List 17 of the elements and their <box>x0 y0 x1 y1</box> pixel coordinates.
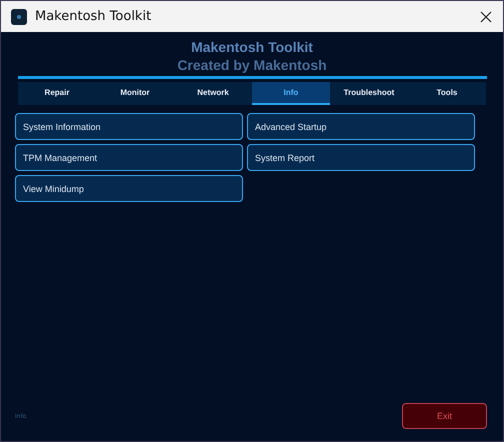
action-button[interactable]: TPM Management <box>15 144 243 171</box>
tab[interactable]: Tools <box>408 82 486 105</box>
tab[interactable]: Network <box>174 82 252 105</box>
app-subtitle: Created by Makentosh <box>177 56 327 74</box>
close-icon[interactable] <box>479 10 493 24</box>
action-button[interactable]: System Report <box>247 144 475 171</box>
tab[interactable]: Troubleshoot <box>330 82 408 105</box>
exit-button[interactable]: Exit <box>402 403 487 429</box>
tab[interactable]: Repair <box>18 82 96 105</box>
window-title: Makentosh Toolkit <box>35 9 152 24</box>
action-button[interactable]: Advanced Startup <box>247 113 475 140</box>
action-button[interactable]: View Minidump <box>15 175 243 202</box>
tab[interactable]: Monitor <box>96 82 174 105</box>
tab[interactable]: Info <box>252 82 330 105</box>
action-button[interactable]: System Information <box>15 113 243 140</box>
app-icon <box>11 8 27 24</box>
app-title: Makentosh Toolkit <box>191 38 313 56</box>
